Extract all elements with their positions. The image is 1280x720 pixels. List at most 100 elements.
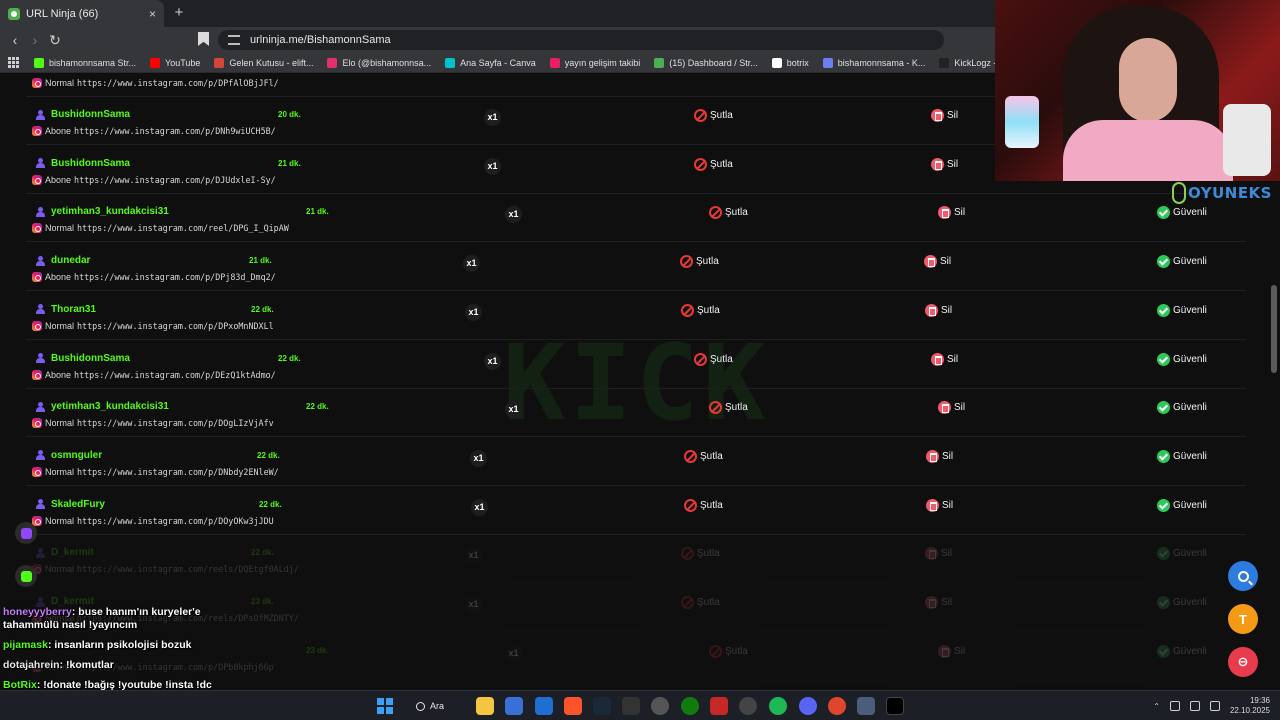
safe-button[interactable]: Güvenli <box>1157 644 1207 658</box>
safe-button[interactable]: Güvenli <box>1157 547 1207 561</box>
kick-button[interactable]: Şutla <box>684 449 723 463</box>
safe-button[interactable]: Güvenli <box>1157 255 1207 269</box>
windows-start-icon[interactable] <box>377 698 393 714</box>
delete-button[interactable]: Sil <box>931 109 958 122</box>
forward-icon[interactable]: › <box>26 31 44 49</box>
back-icon[interactable]: ‹ <box>6 31 24 49</box>
safe-button[interactable]: Güvenli <box>1157 449 1207 463</box>
row-user[interactable]: osmnguler <box>36 450 102 461</box>
profile-button[interactable]: T <box>1228 604 1258 634</box>
row-link[interactable]: Abone https://www.instagram.com/p/DJUdxle… <box>32 174 276 185</box>
kick-button[interactable]: Şutla <box>709 401 748 415</box>
new-tab-button[interactable]: + <box>170 4 188 22</box>
row-link[interactable]: Abone https://www.instagram.com/p/DEzQ1kt… <box>32 369 276 380</box>
brave-browser-icon[interactable] <box>564 697 582 715</box>
row-user[interactable]: BushidonnSama <box>36 109 130 120</box>
paint-icon[interactable] <box>857 697 875 715</box>
row-user[interactable]: Thoran31 <box>36 304 96 315</box>
bookmark-item[interactable]: Elo (@bishamonnsa... <box>327 57 431 68</box>
bookmark-item[interactable]: bishamonnsama - K... <box>822 57 925 68</box>
kick-button[interactable]: Şutla <box>694 352 733 366</box>
outlook-icon[interactable] <box>535 697 553 715</box>
taskbar-search[interactable]: Ara <box>416 696 468 716</box>
bookmark-item[interactable]: yayın gelişim takibi <box>549 57 640 68</box>
chat-username[interactable]: pijamask <box>3 639 48 651</box>
bookmark-item[interactable]: YouTube <box>150 57 200 68</box>
safe-button[interactable]: Güvenli <box>1157 303 1207 317</box>
safe-button[interactable]: Güvenli <box>1157 498 1207 512</box>
kick-button[interactable]: Şutla <box>694 109 733 122</box>
row-link[interactable]: Normal https://www.instagram.com/p/DPxoMn… <box>32 320 274 331</box>
safe-button[interactable]: Güvenli <box>1157 352 1207 366</box>
row-user[interactable]: D_kermit <box>36 547 94 558</box>
system-clock[interactable]: 19:36 22.10.2025 <box>1230 696 1270 716</box>
kick-icon[interactable] <box>15 565 37 587</box>
discord-icon[interactable] <box>799 697 817 715</box>
delete-button[interactable]: Sil <box>925 547 952 561</box>
apps-grid-icon[interactable] <box>8 56 20 69</box>
kick-button[interactable]: Şutla <box>681 303 720 317</box>
bookmark-item[interactable]: Ana Sayfa - Canva <box>445 57 536 68</box>
kick-button[interactable]: Şutla <box>680 255 719 269</box>
delete-button[interactable]: Sil <box>931 352 958 366</box>
delete-button[interactable]: Sil <box>925 303 952 317</box>
row-link[interactable]: Normal https://www.instagram.com/p/DNbdy2… <box>32 466 279 477</box>
kick-button[interactable]: Şutla <box>684 498 723 512</box>
file-explorer-icon[interactable] <box>476 697 494 715</box>
bookmark-icon[interactable] <box>198 32 209 46</box>
kick-button[interactable]: Şutla <box>694 157 733 171</box>
row-user[interactable]: yetimhan3_kundakcisi31 <box>36 206 169 217</box>
row-link[interactable]: Normal https://www.instagram.com/reel/DPG… <box>32 223 289 234</box>
bookmark-item[interactable]: bishamonnsama Str... <box>34 57 136 68</box>
row-link[interactable]: Normal https://www.instagram.com/reels/DQ… <box>32 564 299 575</box>
search-button[interactable] <box>1228 561 1258 591</box>
row-user[interactable]: BushidonnSama <box>36 353 130 364</box>
delete-button[interactable]: Sil <box>931 157 958 171</box>
address-bar[interactable]: urlninja.me/BishamonnSama <box>218 30 944 50</box>
chat-username[interactable]: honeyyyberry <box>3 606 72 618</box>
delete-button[interactable]: Sil <box>925 596 952 609</box>
safe-button[interactable]: Güvenli <box>1157 596 1207 609</box>
safe-button[interactable]: Güvenli <box>1157 206 1207 220</box>
volume-icon[interactable] <box>1209 701 1220 711</box>
delete-button[interactable]: Sil <box>926 498 953 512</box>
bookmark-item[interactable]: (15) Dashboard / Str... <box>654 57 758 68</box>
row-user[interactable]: SkaledFury <box>36 499 105 510</box>
microphone-icon[interactable] <box>1169 701 1180 711</box>
row-user[interactable]: BushidonnSama <box>36 158 130 169</box>
delete-button[interactable]: Sil <box>938 401 965 415</box>
page-scrollbar[interactable] <box>1271 285 1277 373</box>
bookmark-item[interactable]: botrix <box>771 57 809 68</box>
reload-icon[interactable]: ↻ <box>46 31 64 49</box>
kick-button[interactable]: Şutla <box>709 206 748 220</box>
xbox-icon[interactable] <box>681 697 699 715</box>
store-icon[interactable] <box>505 697 523 715</box>
kick-button[interactable]: Şutla <box>681 547 720 561</box>
delete-button[interactable]: Sil <box>926 449 953 463</box>
kick-button[interactable]: Şutla <box>709 644 748 658</box>
site-settings-icon[interactable] <box>228 35 240 45</box>
chat-username[interactable]: dotajahrein <box>3 659 60 671</box>
kick-button[interactable]: Şutla <box>681 596 720 609</box>
epic-games-icon[interactable] <box>622 697 640 715</box>
safe-button[interactable]: Güvenli <box>1157 401 1207 415</box>
remove-user-button[interactable]: ⊖ <box>1228 647 1258 677</box>
row-link[interactable]: Normal https://www.instagram.com/p/DOgLIz… <box>32 418 274 429</box>
row-user[interactable]: dunedar <box>36 255 90 266</box>
row-link[interactable]: Normal https://www.instagram.com/p/DOyOKw… <box>32 515 274 526</box>
settings-gear-icon[interactable] <box>739 697 757 715</box>
steam-icon[interactable] <box>593 697 611 715</box>
delete-button[interactable]: Sil <box>938 644 965 658</box>
twitch-icon[interactable] <box>15 522 37 544</box>
obs-icon[interactable] <box>651 697 669 715</box>
delete-button[interactable]: Sil <box>924 255 951 269</box>
row-link[interactable]: Abone https://www.instagram.com/p/DNh9wiU… <box>32 126 276 136</box>
game-app-icon[interactable] <box>710 697 728 715</box>
browser-tab[interactable]: URL Ninja (66) × <box>0 0 164 27</box>
capcut-icon[interactable] <box>886 697 904 715</box>
chrome-icon[interactable] <box>828 697 846 715</box>
delete-button[interactable]: Sil <box>938 206 965 220</box>
tab-close-icon[interactable]: × <box>149 7 156 21</box>
row-link[interactable]: Abone https://www.instagram.com/p/DPj83d_… <box>32 272 276 283</box>
spotify-icon[interactable] <box>769 697 787 715</box>
